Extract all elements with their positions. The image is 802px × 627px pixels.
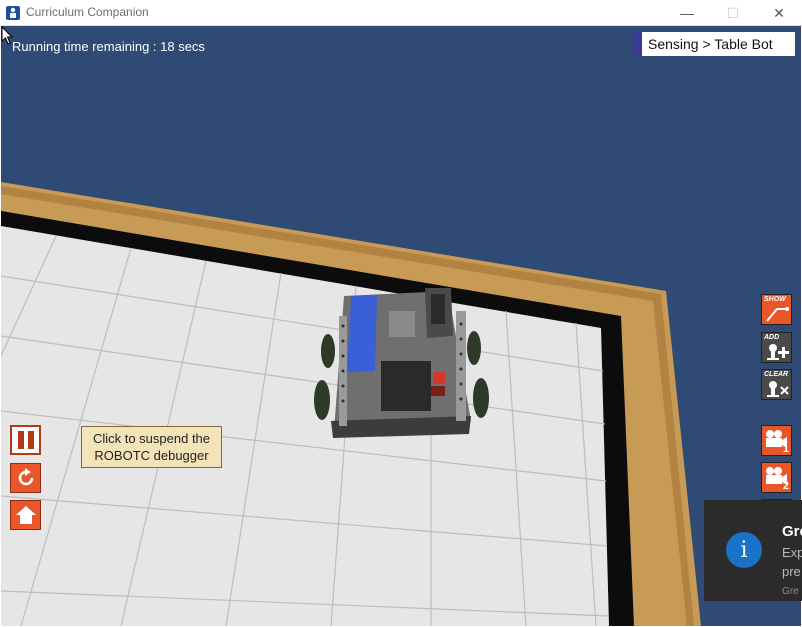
camera-number: 2: [782, 480, 789, 492]
pause-icon: [17, 431, 34, 449]
info-icon: i: [726, 532, 762, 568]
show-path-button[interactable]: SHOW: [761, 294, 792, 325]
window-title: Curriculum Companion: [26, 5, 149, 19]
clear-markers-button[interactable]: CLEAR: [761, 369, 792, 400]
tooltip-line-1: Click to suspend the: [92, 431, 211, 446]
add-marker-icon: [767, 344, 789, 360]
show-path-icon: [766, 307, 789, 322]
pause-tooltip: Click to suspend the ROBOTC debugger: [81, 426, 222, 468]
camera-1-button[interactable]: 1: [761, 425, 792, 456]
clear-markers-icon: [767, 381, 789, 397]
robot-sensor: [433, 372, 445, 384]
simulation-viewport[interactable]: Running time remaining : 18 secs Sensing…: [1, 26, 801, 626]
notification-title: Gre: [782, 523, 802, 540]
close-button[interactable]: ✕: [756, 0, 802, 26]
home-button[interactable]: [10, 500, 41, 530]
reset-icon: [18, 468, 33, 486]
pause-button[interactable]: [10, 425, 41, 455]
minimize-button[interactable]: —: [664, 0, 710, 26]
level-label: Sensing > Table Bot: [648, 36, 773, 52]
running-time-remaining: Running time remaining : 18 secs: [12, 39, 205, 54]
add-marker-button[interactable]: ADD: [761, 332, 792, 363]
notification-toast[interactable]: i Gre Exp pre Gre: [704, 500, 802, 601]
reset-button[interactable]: [10, 463, 41, 493]
notification-body-line-2: pre: [782, 564, 801, 579]
app-icon: [6, 6, 20, 20]
tooltip-line-2: ROBOTC debugger: [94, 448, 209, 463]
camera-2-button[interactable]: 2: [761, 462, 792, 493]
notification-body-line-1: Exp: [782, 545, 802, 560]
scene-render: [1, 182, 701, 626]
title-bar: Curriculum Companion — ☐ ✕: [0, 0, 802, 26]
maximize-button[interactable]: ☐: [710, 0, 756, 26]
level-indicator: Sensing > Table Bot: [633, 32, 795, 56]
notification-footer: Gre: [782, 586, 799, 597]
camera-number: 1: [782, 443, 789, 455]
mouse-cursor-icon: [1, 26, 14, 45]
home-icon: [15, 506, 36, 524]
robot-battery: [347, 295, 377, 372]
